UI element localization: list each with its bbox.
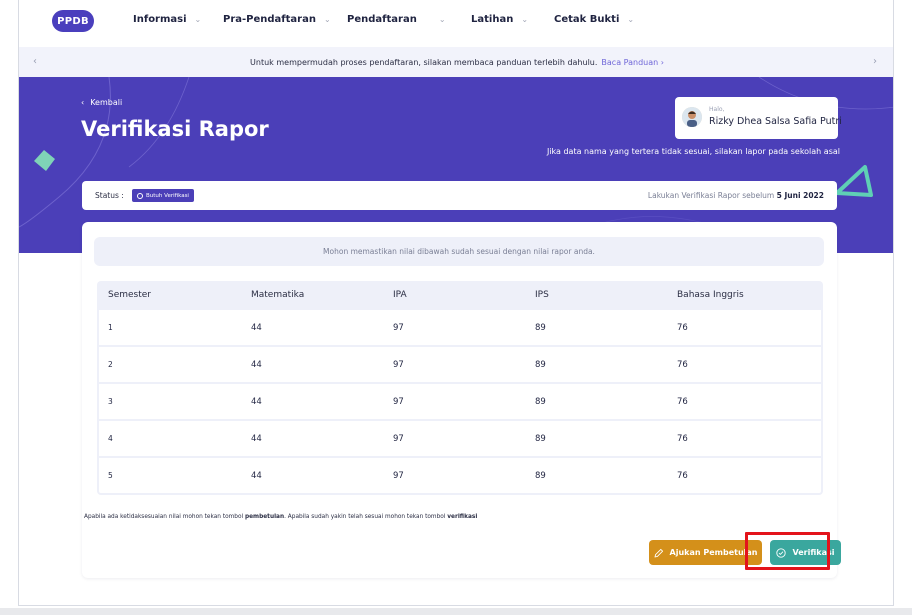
table-row: 1 44 97 89 76 (97, 310, 823, 347)
instruction-note: Apabila ada ketidaksesuaian nilai mohon … (84, 514, 477, 520)
cell-semester: 3 (108, 397, 113, 406)
cell-bahasa-inggris: 76 (677, 323, 688, 333)
cell-bahasa-inggris: 76 (677, 397, 688, 407)
table-row: 3 44 97 89 76 (97, 384, 823, 421)
app-window: PPDB Informasi ⌄ Pra-Pendaftaran ⌄ Penda… (18, 0, 894, 606)
nav-pendaftaran[interactable]: Pendaftaran ⌄ (347, 14, 446, 25)
cell-ips: 89 (535, 323, 546, 333)
cell-ips: 89 (535, 397, 546, 407)
cell-ipa: 97 (393, 471, 404, 481)
nav-informasi-label: Informasi (133, 14, 187, 25)
chevron-down-icon: ⌄ (438, 15, 446, 24)
chevron-down-icon: ⌄ (323, 15, 331, 24)
nav-pra-pendaftaran[interactable]: Pra-Pendaftaran ⌄ (223, 14, 331, 25)
target-highlight-box (745, 532, 830, 570)
status-label: Status : (95, 191, 124, 200)
chevron-left-icon: ‹ (81, 98, 85, 107)
instruction-keyword-pembetulan: pembetulan (244, 514, 285, 520)
nav-latihan[interactable]: Latihan ⌄ (471, 14, 528, 25)
cell-bahasa-inggris: 76 (677, 471, 688, 481)
banner-text: Untuk mempermudah proses pendaftaran, si… (250, 57, 598, 67)
status-badge: Butuh Verifikasi (132, 189, 194, 202)
cell-ipa: 97 (393, 323, 404, 333)
back-label: Kembali (90, 98, 123, 107)
col-semester: Semester (108, 290, 152, 300)
nav-latihan-label: Latihan (471, 14, 514, 25)
cell-matematika: 44 (251, 434, 262, 444)
cell-semester: 1 (108, 323, 113, 332)
status-badge-text: Butuh Verifikasi (146, 192, 189, 199)
nav-informasi[interactable]: Informasi ⌄ (133, 14, 201, 25)
cell-semester: 4 (108, 434, 113, 443)
cell-matematika: 44 (251, 323, 262, 333)
col-ipa: IPA (393, 290, 407, 300)
nav-cetak-bukti-label: Cetak Bukti (554, 14, 620, 25)
greeting-text: Halo, (709, 106, 725, 113)
deadline-text: Lakukan Verifikasi Rapor sebelum 5 Juni … (648, 191, 824, 200)
cell-ipa: 97 (393, 397, 404, 407)
col-matematika: Matematika (251, 290, 305, 300)
table-row: 5 44 97 89 76 (97, 458, 823, 495)
cell-ips: 89 (535, 360, 546, 370)
baca-panduan-link[interactable]: Baca Panduan › (601, 58, 664, 67)
cell-ips: 89 (535, 471, 546, 481)
user-card[interactable]: Halo, Rizky Dhea Salsa Safia Putri (675, 97, 842, 139)
announcement-banner: ‹ Untuk mempermudah proses pendaftaran, … (19, 47, 893, 77)
cell-bahasa-inggris: 76 (677, 434, 688, 444)
table-header: Semester Matematika IPA IPS Bahasa Inggr… (97, 281, 823, 310)
banner-next-icon[interactable]: › (873, 56, 877, 67)
ppdb-logo[interactable]: PPDB (52, 10, 94, 32)
back-link[interactable]: ‹ Kembali (81, 98, 122, 107)
table-row: 4 44 97 89 76 (97, 421, 823, 458)
cell-ips: 89 (535, 434, 546, 444)
deadline-prefix: Lakukan Verifikasi Rapor sebelum (647, 191, 775, 200)
user-name: Rizky Dhea Salsa Safia Putri (709, 116, 842, 127)
chevron-down-icon: ⌄ (521, 15, 529, 24)
cell-ipa: 97 (393, 434, 404, 444)
top-navbar: PPDB Informasi ⌄ Pra-Pendaftaran ⌄ Penda… (19, 0, 893, 46)
cell-matematika: 44 (251, 360, 262, 370)
instruction-keyword-verifikasi: verifikasi (447, 514, 478, 520)
nav-pra-pendaftaran-label: Pra-Pendaftaran (223, 14, 316, 25)
rapor-card: Mohon memastikan nilai dibawah sudah ses… (82, 222, 841, 578)
avatar (682, 107, 702, 127)
deadline-date: 5 Juni 2022 (776, 191, 824, 200)
table-row: 2 44 97 89 76 (97, 347, 823, 384)
pencil-icon (654, 548, 663, 557)
instruction-part-2: . Apabila sudah yakin telah sesuai mohon… (284, 514, 448, 520)
cell-ipa: 97 (393, 360, 404, 370)
name-mismatch-note: Jika data nama yang tertera tidak sesuai… (546, 147, 840, 156)
cell-matematika: 44 (251, 471, 262, 481)
window-bottom-edge (0, 608, 912, 615)
status-bar: Status : Butuh Verifikasi Lakukan Verifi… (82, 181, 837, 210)
instruction-part-1: Apabila ada ketidaksesuaian nilai mohon … (84, 514, 245, 520)
banner-prev-icon[interactable]: ‹ (33, 56, 37, 67)
nav-pendaftaran-label: Pendaftaran (347, 14, 417, 25)
cell-matematika: 44 (251, 397, 262, 407)
col-ips: IPS (535, 290, 549, 300)
chevron-down-icon: ⌄ (194, 15, 202, 24)
chevron-down-icon: ⌄ (627, 15, 635, 24)
clock-icon (137, 192, 143, 199)
info-box: Mohon memastikan nilai dibawah sudah ses… (94, 237, 824, 266)
nav-cetak-bukti[interactable]: Cetak Bukti ⌄ (554, 14, 634, 25)
cell-semester: 2 (108, 360, 113, 369)
cell-bahasa-inggris: 76 (677, 360, 688, 370)
cell-semester: 5 (108, 471, 113, 480)
page-title: Verifikasi Rapor (81, 117, 269, 141)
col-bahasa-inggris: Bahasa Inggris (677, 290, 744, 300)
rapor-table: Semester Matematika IPA IPS Bahasa Inggr… (97, 281, 823, 495)
